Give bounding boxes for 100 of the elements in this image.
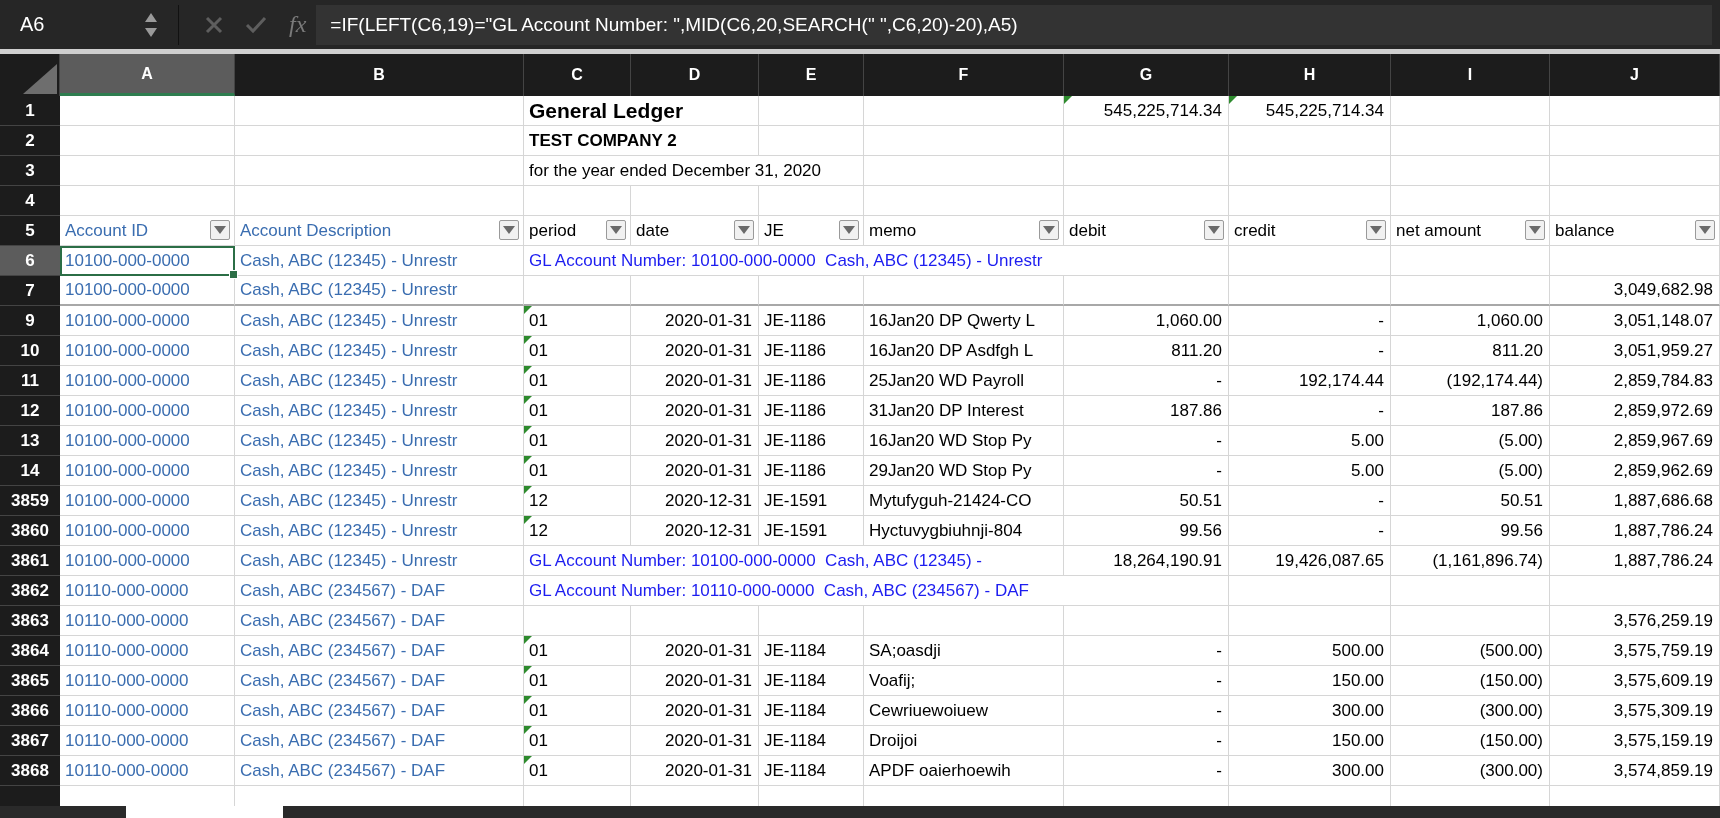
check-icon[interactable]: [245, 15, 267, 34]
cell-text: 187.86: [1491, 400, 1543, 421]
cell-text: 3,051,148.07: [1613, 310, 1713, 331]
cell-text: 3,575,609.19: [1613, 670, 1713, 691]
cell-text: Cash, ABC (234567) - DAF: [240, 610, 446, 631]
row-header[interactable]: 3864: [0, 636, 60, 666]
caret-icon: [503, 226, 515, 234]
cell-text: Voafij;: [869, 670, 916, 691]
cell-text: Cash, ABC (234567) - DAF: [240, 760, 446, 781]
cell-text: GL Account Number: 10100-000-0000 Cash, ABC (12345) -: [529, 550, 982, 571]
row-header[interactable]: 7: [0, 276, 60, 306]
cell-text: (5.00): [1498, 430, 1543, 451]
cell-text: -: [1378, 490, 1384, 511]
cell-text: 2020-01-31: [665, 310, 752, 331]
row-header[interactable]: 6: [0, 246, 60, 276]
filter-button[interactable]: [1695, 220, 1715, 240]
filter-button[interactable]: [1039, 220, 1059, 240]
cell-text: -: [1378, 400, 1384, 421]
column-label: date: [636, 220, 670, 241]
row-header[interactable]: 1: [0, 96, 60, 126]
filter-button[interactable]: [210, 220, 230, 240]
row-header[interactable]: 2: [0, 126, 60, 156]
row-header[interactable]: 12: [0, 396, 60, 426]
cell-text: 3,575,159.19: [1613, 730, 1713, 751]
cell-text: 31Jan20 DP Interest: [869, 400, 1024, 421]
column-label: debit: [1069, 220, 1106, 241]
cell-text: JE-1184: [764, 700, 827, 721]
row-header[interactable]: 3865: [0, 666, 60, 696]
cell-text: 10100-000-0000: [65, 250, 190, 271]
cell-text: 18,264,190.91: [1113, 550, 1222, 571]
row-header[interactable]: 4: [0, 186, 60, 216]
filter-button[interactable]: [1525, 220, 1545, 240]
row-header[interactable]: 3866: [0, 696, 60, 726]
cell-text: 99.56: [1500, 520, 1543, 541]
cell-text: GL Account Number: 10110-000-0000 Cash, ABC (234567) - DAF: [529, 580, 1029, 601]
formula-field[interactable]: =IF(LEFT(C6,19)="GL Account Number: ",MID(C6,20,SEARCH(" ",C6,20)-20),A5): [316, 4, 1712, 45]
row-header[interactable]: 10: [0, 336, 60, 366]
row-header[interactable]: 13: [0, 426, 60, 456]
cell-text: 10110-000-0000: [65, 640, 189, 661]
cell-text: Cash, ABC (234567) - DAF: [240, 730, 446, 751]
row-header[interactable]: 3862: [0, 576, 60, 606]
cell-text: 16Jan20 WD Stop Py: [869, 430, 1032, 451]
column-header[interactable]: B: [235, 54, 524, 96]
row-header[interactable]: 5: [0, 216, 60, 246]
selected-cell[interactable]: 10100-000-0000: [60, 246, 235, 276]
cell-text: 01: [529, 670, 548, 691]
cell-text: SA;oasdji: [869, 640, 941, 661]
cell-text: JE-1186: [764, 400, 827, 421]
column-header[interactable]: A: [60, 54, 235, 96]
filter-button[interactable]: [1204, 220, 1224, 240]
row-header[interactable]: 11: [0, 366, 60, 396]
cell-text: JE-1186: [764, 310, 827, 331]
column-header[interactable]: D: [631, 54, 759, 96]
cell-text: 50.51: [1500, 490, 1543, 511]
cell-text: JE-1184: [764, 640, 827, 661]
cell-text: 01: [529, 460, 548, 481]
cell-text: 811.20: [1492, 340, 1543, 361]
row-header[interactable]: 3859: [0, 486, 60, 516]
filter-button[interactable]: [606, 220, 626, 240]
column-header[interactable]: J: [1550, 54, 1720, 96]
cell-text: 16Jan20 DP Asdfgh L: [869, 340, 1034, 361]
filter-button[interactable]: [1366, 220, 1386, 240]
column-header[interactable]: I: [1391, 54, 1550, 96]
cell-text: -: [1216, 730, 1222, 751]
cell-text: 50.51: [1179, 490, 1222, 511]
cell-text: (300.00): [1479, 700, 1543, 721]
cell-text: 12: [529, 520, 548, 541]
cell-text: TEST COMPANY 2: [529, 130, 677, 151]
filter-button[interactable]: [734, 220, 754, 240]
cell-text: 01: [529, 760, 548, 781]
cell-text: Cash, ABC (12345) - Unrestr: [240, 460, 458, 481]
cell-text: 99.56: [1179, 520, 1222, 541]
caret-icon: [1699, 226, 1711, 234]
row-header[interactable]: 3: [0, 156, 60, 186]
cell-text: JE-1184: [764, 760, 827, 781]
filter-button[interactable]: [839, 220, 859, 240]
cell-text: Cash, ABC (234567) - DAF: [240, 580, 446, 601]
cell-text: GL Account Number: 10100-000-0000 Cash, ABC (12345) - Unrestr: [529, 250, 1043, 271]
name-box[interactable]: A6: [0, 13, 140, 36]
row-header[interactable]: 9: [0, 306, 60, 336]
column-header[interactable]: F: [864, 54, 1064, 96]
column-header[interactable]: E: [759, 54, 864, 96]
cell-text: Cash, ABC (12345) - Unrestr: [240, 400, 458, 421]
cell-text: (192,174.44): [1446, 370, 1543, 391]
column-header[interactable]: C: [524, 54, 631, 96]
fill-handle[interactable]: [229, 270, 238, 279]
cell-text: 2020-01-31: [665, 640, 752, 661]
row-header[interactable]: 3867: [0, 726, 60, 756]
row-header[interactable]: 3861: [0, 546, 60, 576]
row-header[interactable]: 14: [0, 456, 60, 486]
row-header[interactable]: 3863: [0, 606, 60, 636]
cell-text: JE-1184: [764, 670, 827, 691]
row-header[interactable]: 3868: [0, 756, 60, 786]
cell-text: 1,887,686.68: [1613, 490, 1713, 511]
function-button[interactable]: fx: [289, 11, 307, 38]
cell-text: 3,051,959.27: [1613, 340, 1713, 361]
filter-button[interactable]: [499, 220, 519, 240]
caret-icon: [610, 226, 622, 234]
cancel-icon[interactable]: [205, 15, 223, 34]
row-header[interactable]: 3860: [0, 516, 60, 546]
